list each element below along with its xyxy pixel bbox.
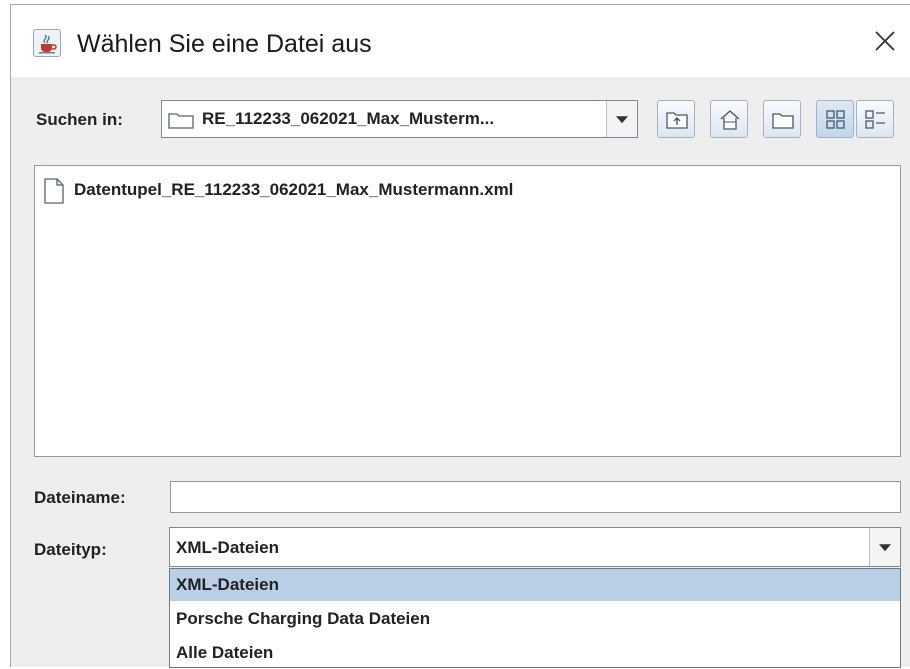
details-view-button[interactable] [856, 100, 894, 138]
folder-up-icon [666, 112, 688, 129]
list-view-button[interactable] [816, 100, 854, 138]
list-view-icon [826, 110, 845, 129]
file-icon [44, 178, 64, 204]
chevron-down-icon [879, 544, 891, 552]
folder-icon [168, 113, 194, 129]
dropdown-option-all[interactable]: Alle Dateien [170, 637, 900, 669]
filetype-dropdown-list: XML-Dateien Porsche Charging Data Dateie… [169, 568, 901, 668]
new-folder-button[interactable] [763, 100, 801, 138]
close-button[interactable] [867, 23, 903, 59]
up-one-level-button[interactable] [657, 100, 695, 138]
file-chooser-dialog: Wählen Sie eine Datei aus Suchen in: RE_… [10, 4, 910, 668]
java-cup-icon [33, 29, 61, 57]
close-icon [875, 31, 895, 51]
window-title: Wählen Sie eine Datei aus [77, 30, 372, 58]
filetype-dropdown-button[interactable] [869, 528, 900, 566]
filename-input[interactable] [170, 481, 901, 513]
look-in-combobox[interactable]: RE_112233_062021_Max_Musterm... [161, 100, 638, 138]
look-in-label: Suchen in: [36, 110, 123, 129]
filetype-combobox[interactable]: XML-Dateien [169, 527, 901, 567]
dropdown-option-porsche[interactable]: Porsche Charging Data Dateien [170, 603, 900, 635]
file-list[interactable]: Datentupel_RE_112233_062021_Max_Musterma… [34, 165, 901, 457]
filename-label: Dateiname: [34, 488, 126, 507]
new-folder-icon [772, 113, 794, 129]
dropdown-option-xml[interactable]: XML-Dateien [170, 569, 900, 601]
home-button[interactable] [710, 100, 748, 138]
chevron-down-icon [616, 116, 628, 124]
look-in-dropdown-button[interactable] [606, 101, 637, 137]
look-in-value: RE_112233_062021_Max_Musterm... [202, 109, 495, 128]
filetype-value: XML-Dateien [176, 538, 279, 557]
file-name: Datentupel_RE_112233_062021_Max_Musterma… [74, 180, 514, 199]
title-bar: Wählen Sie eine Datei aus [11, 5, 910, 77]
filetype-label: Dateityp: [34, 540, 107, 559]
details-view-icon [865, 110, 885, 129]
home-icon [720, 110, 740, 130]
